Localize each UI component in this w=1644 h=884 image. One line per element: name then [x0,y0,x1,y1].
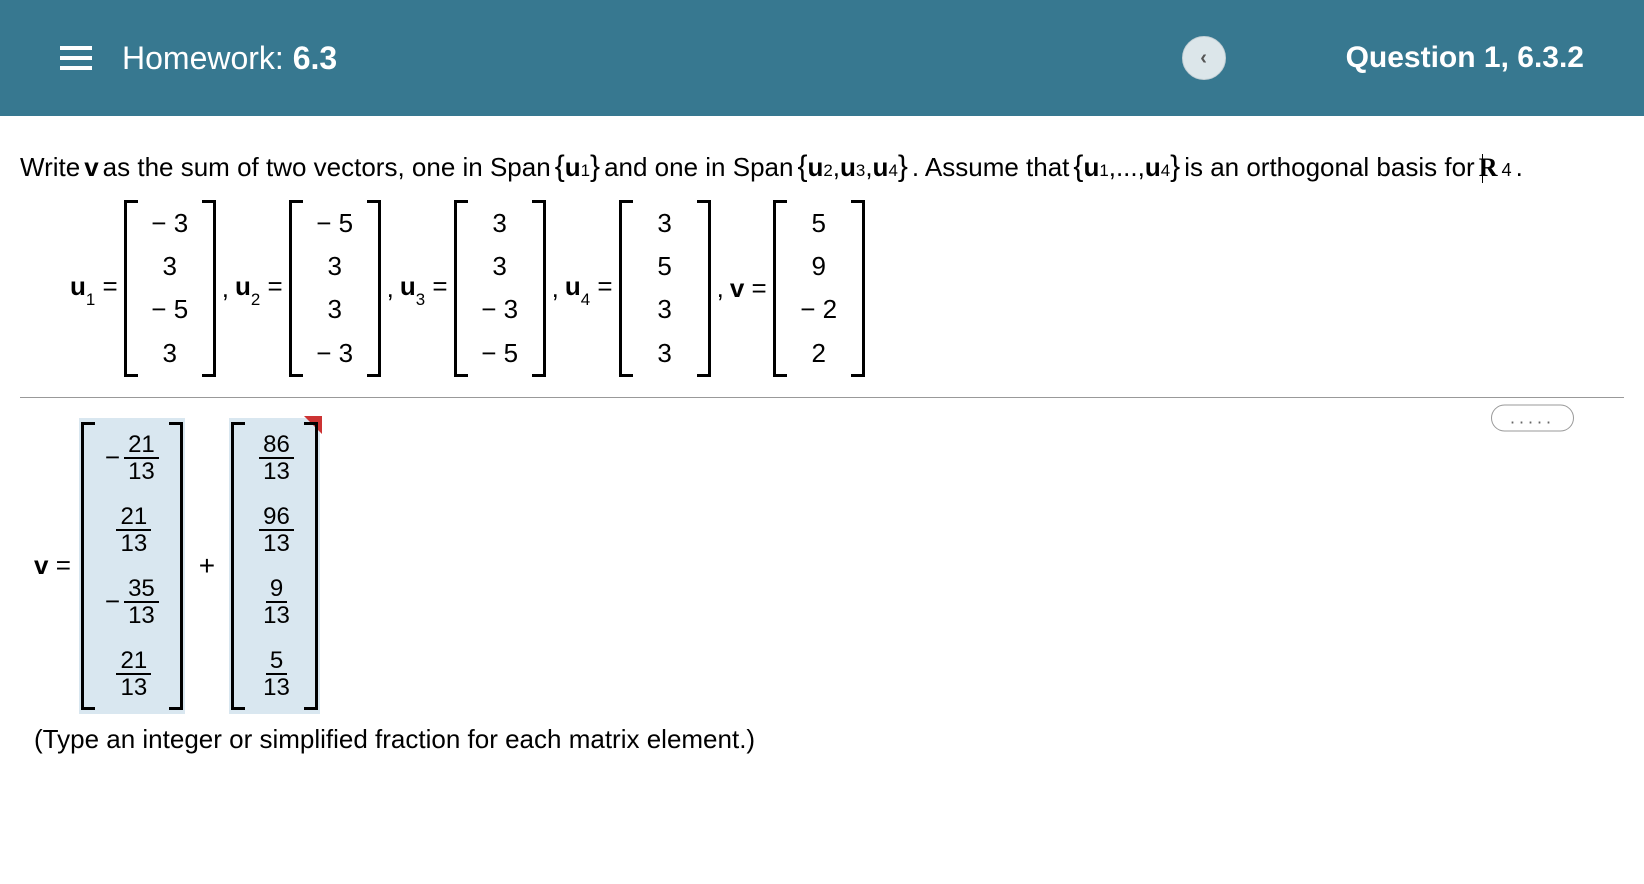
more-options-pill[interactable]: ..... [1491,404,1574,431]
u3-label: u3 = [400,271,448,306]
cell: 3 [645,338,685,369]
cell: 3 [150,251,190,282]
back-button[interactable]: ‹ [1182,36,1226,80]
question-prompt: Write v as the sum of two vectors, one i… [20,146,1624,188]
vector-v-symbol: v [84,149,98,185]
header-right: ‹ Question 1, 6.3.2 [1182,36,1604,80]
page-title: Homework: 6.3 [122,40,337,77]
comma: , [717,273,724,304]
cell: 5 [799,208,839,239]
comma: , [222,273,229,304]
answer-cell[interactable]: 913 [255,572,294,632]
matrix-u3: 3 3 − 3 − 5 [454,200,546,377]
answer-cell[interactable]: 2113 [112,500,151,560]
cell: 5 [645,251,685,282]
header-left: Homework: 6.3 [60,40,337,77]
cell: − 5 [480,338,520,369]
input-hint: (Type an integer or simplified fraction … [20,724,1624,755]
cell: 3 [645,294,685,325]
u2-label: u2 = [235,271,283,306]
v-label: v = [730,273,767,304]
plus-sign: + [193,550,221,582]
matrix-v: 5 9 − 2 2 [773,200,865,377]
content-area: Write v as the sum of two vectors, one i… [0,116,1644,765]
span-set-1: u1 [555,146,600,188]
prompt-text: is an orthogonal basis for [1184,149,1475,185]
answer-matrix-2[interactable]: 8613 9613 913 513 [229,418,320,714]
answer-cell[interactable]: −2113 [105,428,159,488]
span-set-2: u2,u3,u4 [797,146,907,188]
answer-matrix-1[interactable]: −2113 2113 −3513 2113 [79,418,185,714]
u1-label: u1 = [70,271,118,306]
cell: 3 [645,208,685,239]
answer-cell[interactable]: 8613 [255,428,294,488]
answer-row: v = −2113 2113 −3513 2113 + 8613 9613 91… [20,418,1624,714]
header-bar: Homework: 6.3 ‹ Question 1, 6.3.2 [0,0,1644,116]
cell: − 5 [315,208,355,239]
cell: 9 [799,251,839,282]
comma: , [552,273,559,304]
cell: 3 [315,251,355,282]
matrix-u4: 3 5 3 3 [619,200,711,377]
answer-cell[interactable]: 9613 [255,500,294,560]
answer-cell[interactable]: 513 [255,644,294,704]
answer-lhs: v = [34,550,71,581]
matrix-u1: − 3 3 − 5 3 [124,200,216,377]
prompt-text: . [1516,149,1523,185]
cell: − 3 [315,338,355,369]
divider-wrap: ..... [20,397,1624,398]
cell: 3 [480,208,520,239]
menu-icon[interactable] [60,46,92,70]
matrix-u2: − 5 3 3 − 3 [289,200,381,377]
answer-cell[interactable]: 2113 [112,644,151,704]
cell: 3 [315,294,355,325]
cell: − 3 [480,294,520,325]
exponent: 4 [1501,158,1511,183]
cell: 3 [480,251,520,282]
cell: 2 [799,338,839,369]
cell: 3 [150,338,190,369]
question-label: Question 1, 6.3.2 [1346,41,1604,75]
title-prefix: Homework: [122,40,293,76]
cell: − 2 [799,294,839,325]
prompt-text: and one in Span [604,149,793,185]
chevron-left-icon: ‹ [1200,47,1207,70]
basis-set: u1,...,u4 [1073,146,1180,188]
prompt-text: . Assume that [912,149,1070,185]
cell: − 3 [150,208,190,239]
u4-label: u4 = [565,271,613,306]
answer-cell[interactable]: −3513 [105,572,159,632]
divider [20,397,1624,398]
prompt-text: as the sum of two vectors, one in Span [103,149,551,185]
prompt-text: Write [20,149,80,185]
comma: , [387,273,394,304]
real-numbers-symbol: R [1479,150,1498,186]
title-number: 6.3 [293,40,337,76]
vectors-definition-row: u1 = − 3 3 − 5 3 , u2 = − 5 3 3 − 3 , [20,200,1624,377]
cell: − 5 [150,294,190,325]
